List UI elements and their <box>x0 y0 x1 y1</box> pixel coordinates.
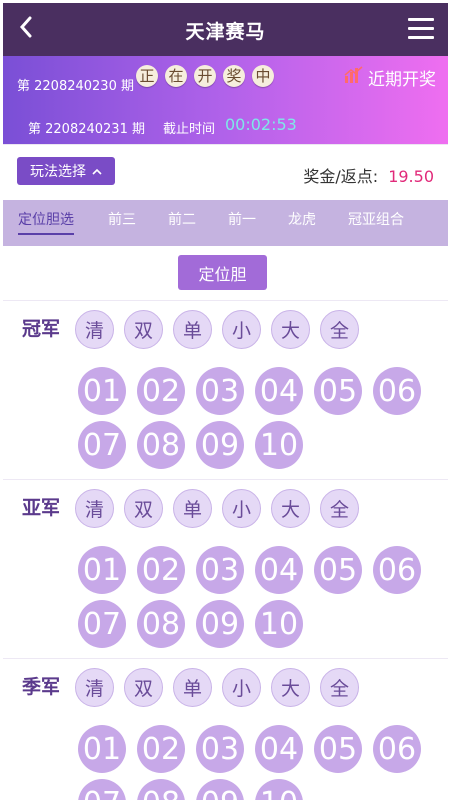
countdown-timer: 00:02:53 <box>225 115 297 134</box>
number-ball[interactable]: 10 <box>255 600 303 648</box>
dingweidan-button[interactable]: 定位胆 <box>178 255 267 290</box>
number-ball[interactable]: 06 <box>373 546 421 594</box>
recent-draws-link[interactable]: 近期开奖 <box>344 65 436 90</box>
quick-pick-odd[interactable]: 单 <box>173 310 212 349</box>
recent-draws-label: 近期开奖 <box>368 70 436 90</box>
prize-value: 19.50 <box>388 167 434 186</box>
status-ball: 中 <box>252 65 274 87</box>
quick-pick-small[interactable]: 小 <box>222 668 261 707</box>
number-ball[interactable]: 01 <box>78 367 126 415</box>
quick-pick-big[interactable]: 大 <box>271 668 310 707</box>
quick-pick-big[interactable]: 大 <box>271 489 310 528</box>
number-ball[interactable]: 03 <box>196 367 244 415</box>
quick-pick-all[interactable]: 全 <box>320 668 359 707</box>
number-ball[interactable]: 09 <box>196 600 244 648</box>
number-ball[interactable]: 04 <box>255 367 303 415</box>
quick-pick-odd[interactable]: 单 <box>173 668 212 707</box>
number-ball[interactable]: 03 <box>196 546 244 594</box>
tab-qianyi[interactable]: 前一 <box>228 209 256 229</box>
number-ball[interactable]: 10 <box>255 779 303 800</box>
play-tabs: 定位胆选 前三 前二 前一 龙虎 冠亚组合 <box>3 200 448 246</box>
quick-pick-row: 清 双 单 小 大 全 <box>75 489 359 528</box>
next-issue: 第 2208240231 期 <box>28 122 145 137</box>
page-title: 天津赛马 <box>185 21 266 43</box>
number-ball[interactable]: 02 <box>137 367 185 415</box>
quick-pick-small[interactable]: 小 <box>222 310 261 349</box>
tab-longhu[interactable]: 龙虎 <box>288 209 316 229</box>
number-ball[interactable]: 10 <box>255 421 303 469</box>
number-ball[interactable]: 03 <box>196 725 244 773</box>
quick-pick-row: 清 双 单 小 大 全 <box>75 668 359 707</box>
quick-pick-clear[interactable]: 清 <box>75 668 114 707</box>
chevron-up-icon <box>92 168 102 175</box>
number-ball[interactable]: 02 <box>137 546 185 594</box>
current-issue: 第 2208240230 期 <box>17 79 134 94</box>
prize-info: 奖金/返点: 19.50 <box>303 163 434 187</box>
divider <box>3 300 448 301</box>
play-bar: 玩法选择 奖金/返点: 19.50 <box>3 144 448 200</box>
menu-icon[interactable] <box>408 18 434 40</box>
draw-status-balls: 正 在 开 奖 中 <box>136 65 274 87</box>
number-ball[interactable]: 05 <box>314 546 362 594</box>
section-label: 冠军 <box>22 318 61 340</box>
number-ball[interactable]: 08 <box>137 421 185 469</box>
number-ball[interactable]: 09 <box>196 421 244 469</box>
quick-pick-even[interactable]: 双 <box>124 668 163 707</box>
number-ball[interactable]: 07 <box>78 600 126 648</box>
bar-chart-icon <box>344 66 364 89</box>
section-label: 亚军 <box>22 497 61 519</box>
play-select-button[interactable]: 玩法选择 <box>17 157 115 185</box>
number-ball[interactable]: 06 <box>373 367 421 415</box>
quick-pick-even[interactable]: 双 <box>124 310 163 349</box>
status-ball: 开 <box>194 65 216 87</box>
number-ball[interactable]: 05 <box>314 367 362 415</box>
number-ball[interactable]: 06 <box>373 725 421 773</box>
quick-pick-even[interactable]: 双 <box>124 489 163 528</box>
tab-qianer[interactable]: 前二 <box>168 209 196 229</box>
quick-pick-small[interactable]: 小 <box>222 489 261 528</box>
number-ball[interactable]: 07 <box>78 421 126 469</box>
prize-label: 奖金/返点: <box>303 167 379 186</box>
play-select-label: 玩法选择 <box>30 164 86 180</box>
number-ball[interactable]: 05 <box>314 725 362 773</box>
app-frame: 天津赛马 第 2208240230 期 正 在 开 奖 中 近期开奖 第 220… <box>3 3 448 800</box>
section-label: 季军 <box>22 676 61 698</box>
quick-pick-odd[interactable]: 单 <box>173 489 212 528</box>
tab-qiansan[interactable]: 前三 <box>108 209 136 229</box>
number-ball[interactable]: 08 <box>137 779 185 800</box>
tab-guanya[interactable]: 冠亚组合 <box>348 209 404 229</box>
number-ball[interactable]: 07 <box>78 779 126 800</box>
number-grid: 01 02 03 04 05 06 07 08 09 10 <box>78 367 438 469</box>
status-ball: 奖 <box>223 65 245 87</box>
number-ball[interactable]: 04 <box>255 546 303 594</box>
deadline-label: 截止时间 <box>163 122 216 137</box>
number-ball[interactable]: 09 <box>196 779 244 800</box>
number-grid: 01 02 03 04 05 06 07 08 09 10 <box>78 546 438 648</box>
number-ball[interactable]: 04 <box>255 725 303 773</box>
app-header: 天津赛马 <box>3 3 448 56</box>
quick-pick-big[interactable]: 大 <box>271 310 310 349</box>
number-ball[interactable]: 08 <box>137 600 185 648</box>
tab-dingweidan[interactable]: 定位胆选 <box>18 209 74 235</box>
quick-pick-all[interactable]: 全 <box>320 489 359 528</box>
number-ball[interactable]: 01 <box>78 546 126 594</box>
quick-pick-clear[interactable]: 清 <box>75 310 114 349</box>
draw-banner: 第 2208240230 期 正 在 开 奖 中 近期开奖 第 22082402… <box>3 56 448 144</box>
status-ball: 在 <box>165 65 187 87</box>
status-ball: 正 <box>136 65 158 87</box>
divider <box>3 658 448 659</box>
quick-pick-clear[interactable]: 清 <box>75 489 114 528</box>
quick-pick-row: 清 双 单 小 大 全 <box>75 310 359 349</box>
divider <box>3 479 448 480</box>
number-grid: 01 02 03 04 05 06 07 08 09 10 <box>78 725 438 800</box>
number-ball[interactable]: 01 <box>78 725 126 773</box>
number-ball[interactable]: 02 <box>137 725 185 773</box>
quick-pick-all[interactable]: 全 <box>320 310 359 349</box>
